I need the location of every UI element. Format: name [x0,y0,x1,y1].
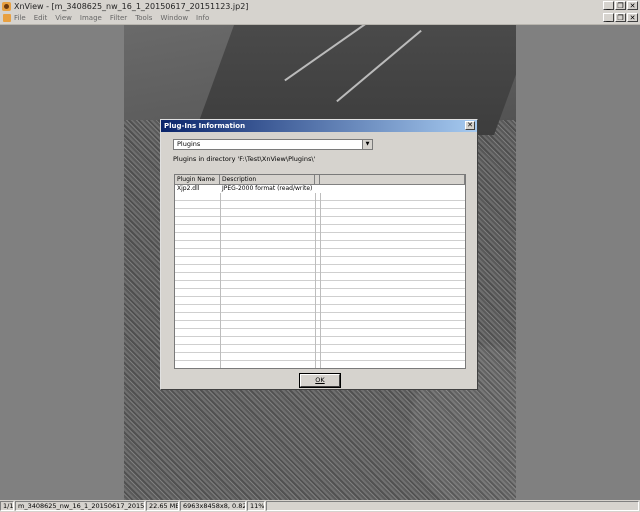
column-header-plugin-name[interactable]: Plugin Name [175,175,220,184]
menu-file[interactable]: File [14,14,26,22]
plugin-type-select[interactable]: Plugins ▼ [173,139,373,150]
chevron-down-icon[interactable]: ▼ [362,140,372,149]
status-zoom: 11% [247,501,265,511]
column-divider [315,185,316,368]
ok-button[interactable]: OK [300,374,340,387]
window-title: XnView - [m_3408625_nw_16_1_20150617_201… [14,1,249,11]
plugin-name-cell: Xjp2.dll [177,185,200,192]
dialog-close-button[interactable]: ✕ [465,121,475,130]
menu-filter[interactable]: Filter [110,14,127,22]
plugins-info-dialog: Plug-Ins Information ✕ Plugins ▼ Plugins… [160,119,478,390]
document-icon[interactable] [3,14,11,22]
dialog-title-bar: Plug-Ins Information ✕ [161,120,477,132]
title-bar: XnView - [m_3408625_nw_16_1_20150617_201… [0,0,640,12]
menu-image[interactable]: Image [80,14,102,22]
restore-button[interactable]: ❐ [615,1,626,10]
doc-restore-button[interactable]: ❐ [615,13,626,22]
menu-window[interactable]: Window [160,14,188,22]
plugin-directory-label: Plugins in directory 'F:\Test\XnView\Plu… [173,155,316,163]
window-controls: _ ❐ ✕ [603,1,638,10]
menu-bar: File Edit View Image Filter Tools Window… [0,12,640,25]
column-header-description[interactable]: Description [220,175,315,184]
minimize-button[interactable]: _ [603,1,614,10]
status-filename: m_3408625_nw_16_1_20150617_20151123.jp2 [15,501,145,511]
dialog-title: Plug-Ins Information [164,122,246,130]
doc-close-button[interactable]: ✕ [627,13,638,22]
menu-tools[interactable]: Tools [135,14,152,22]
menu-info[interactable]: Info [196,14,209,22]
menu-edit[interactable]: Edit [34,14,48,22]
column-divider [320,185,321,368]
column-divider [220,185,221,368]
plugin-type-value: Plugins [177,140,201,148]
status-empty [266,501,639,511]
status-bar: 1/1 m_3408625_nw_16_1_20150617_20151123.… [0,500,640,512]
plugin-list[interactable]: Plugin Name Description Xjp2.dll JPEG-20… [174,174,466,369]
status-page: 1/1 [0,501,14,511]
doc-minimize-button[interactable]: _ [603,13,614,22]
status-filesize: 22.65 MB [146,501,179,511]
document-window-controls: _ ❐ ✕ [603,13,638,22]
menu-view[interactable]: View [55,14,72,22]
status-dimensions: 6963x8458x8, 0.82 [180,501,246,511]
column-header-filler [320,175,465,184]
plugin-description-cell: JPEG-2000 format (read/write) [222,185,313,192]
close-button[interactable]: ✕ [627,1,638,10]
table-row[interactable]: Xjp2.dll JPEG-2000 format (read/write) [175,185,465,193]
xnview-app-icon[interactable] [2,1,11,11]
list-header: Plugin Name Description [175,175,465,185]
